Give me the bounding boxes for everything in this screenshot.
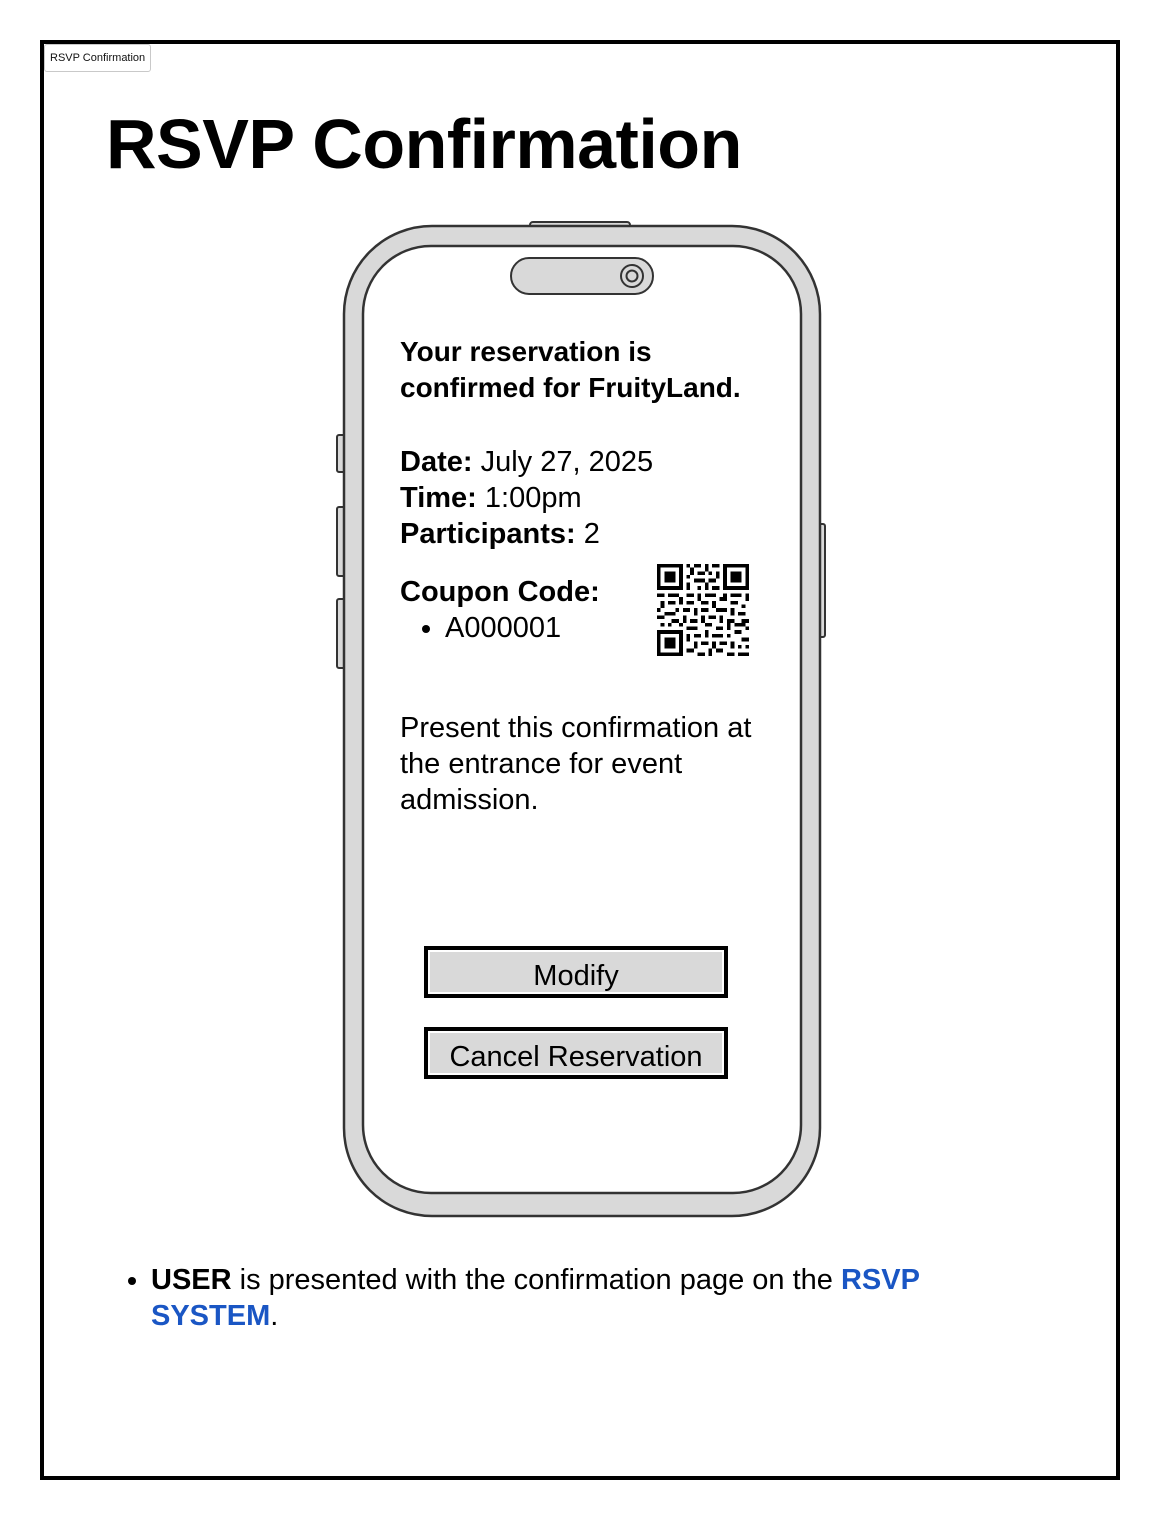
participants-value: 2 xyxy=(583,518,600,550)
note-end: . xyxy=(270,1300,279,1332)
date-value: July 27, 2025 xyxy=(480,446,654,478)
time-row: Time: 1:00pm xyxy=(400,480,770,516)
coupon-section: Coupon Code: A000001 xyxy=(400,564,770,670)
page-title: RSVP Confirmation xyxy=(106,105,742,183)
page-tab[interactable]: RSVP Confirmation xyxy=(44,44,152,72)
date-label: Date: xyxy=(400,446,473,478)
time-value: 1:00pm xyxy=(484,482,582,514)
note-text: is presented with the confirmation page … xyxy=(231,1264,841,1296)
notes-list: USER is presented with the confirmation … xyxy=(118,1262,1051,1334)
participants-row: Participants: 2 xyxy=(400,516,770,552)
instructions-text: Present this confirmation at the entranc… xyxy=(400,712,752,816)
note-actor: USER xyxy=(151,1264,232,1296)
note-item: USER is presented with the confirmation … xyxy=(151,1262,1051,1334)
date-row: Date: July 27, 2025 xyxy=(400,444,770,480)
reservation-details: Date: July 27, 2025 Time: 1:00pm Partici… xyxy=(400,444,770,552)
modify-button[interactable]: Modify xyxy=(424,946,728,998)
time-label: Time: xyxy=(400,482,477,514)
phone-screen-content: Your reservation is confirmed for Fruity… xyxy=(400,330,770,818)
confirmation-message: Your reservation is confirmed for Fruity… xyxy=(400,336,741,403)
participants-label: Participants: xyxy=(400,518,576,550)
cancel-reservation-button[interactable]: Cancel Reservation xyxy=(424,1027,728,1079)
qr-code-icon xyxy=(657,564,749,656)
